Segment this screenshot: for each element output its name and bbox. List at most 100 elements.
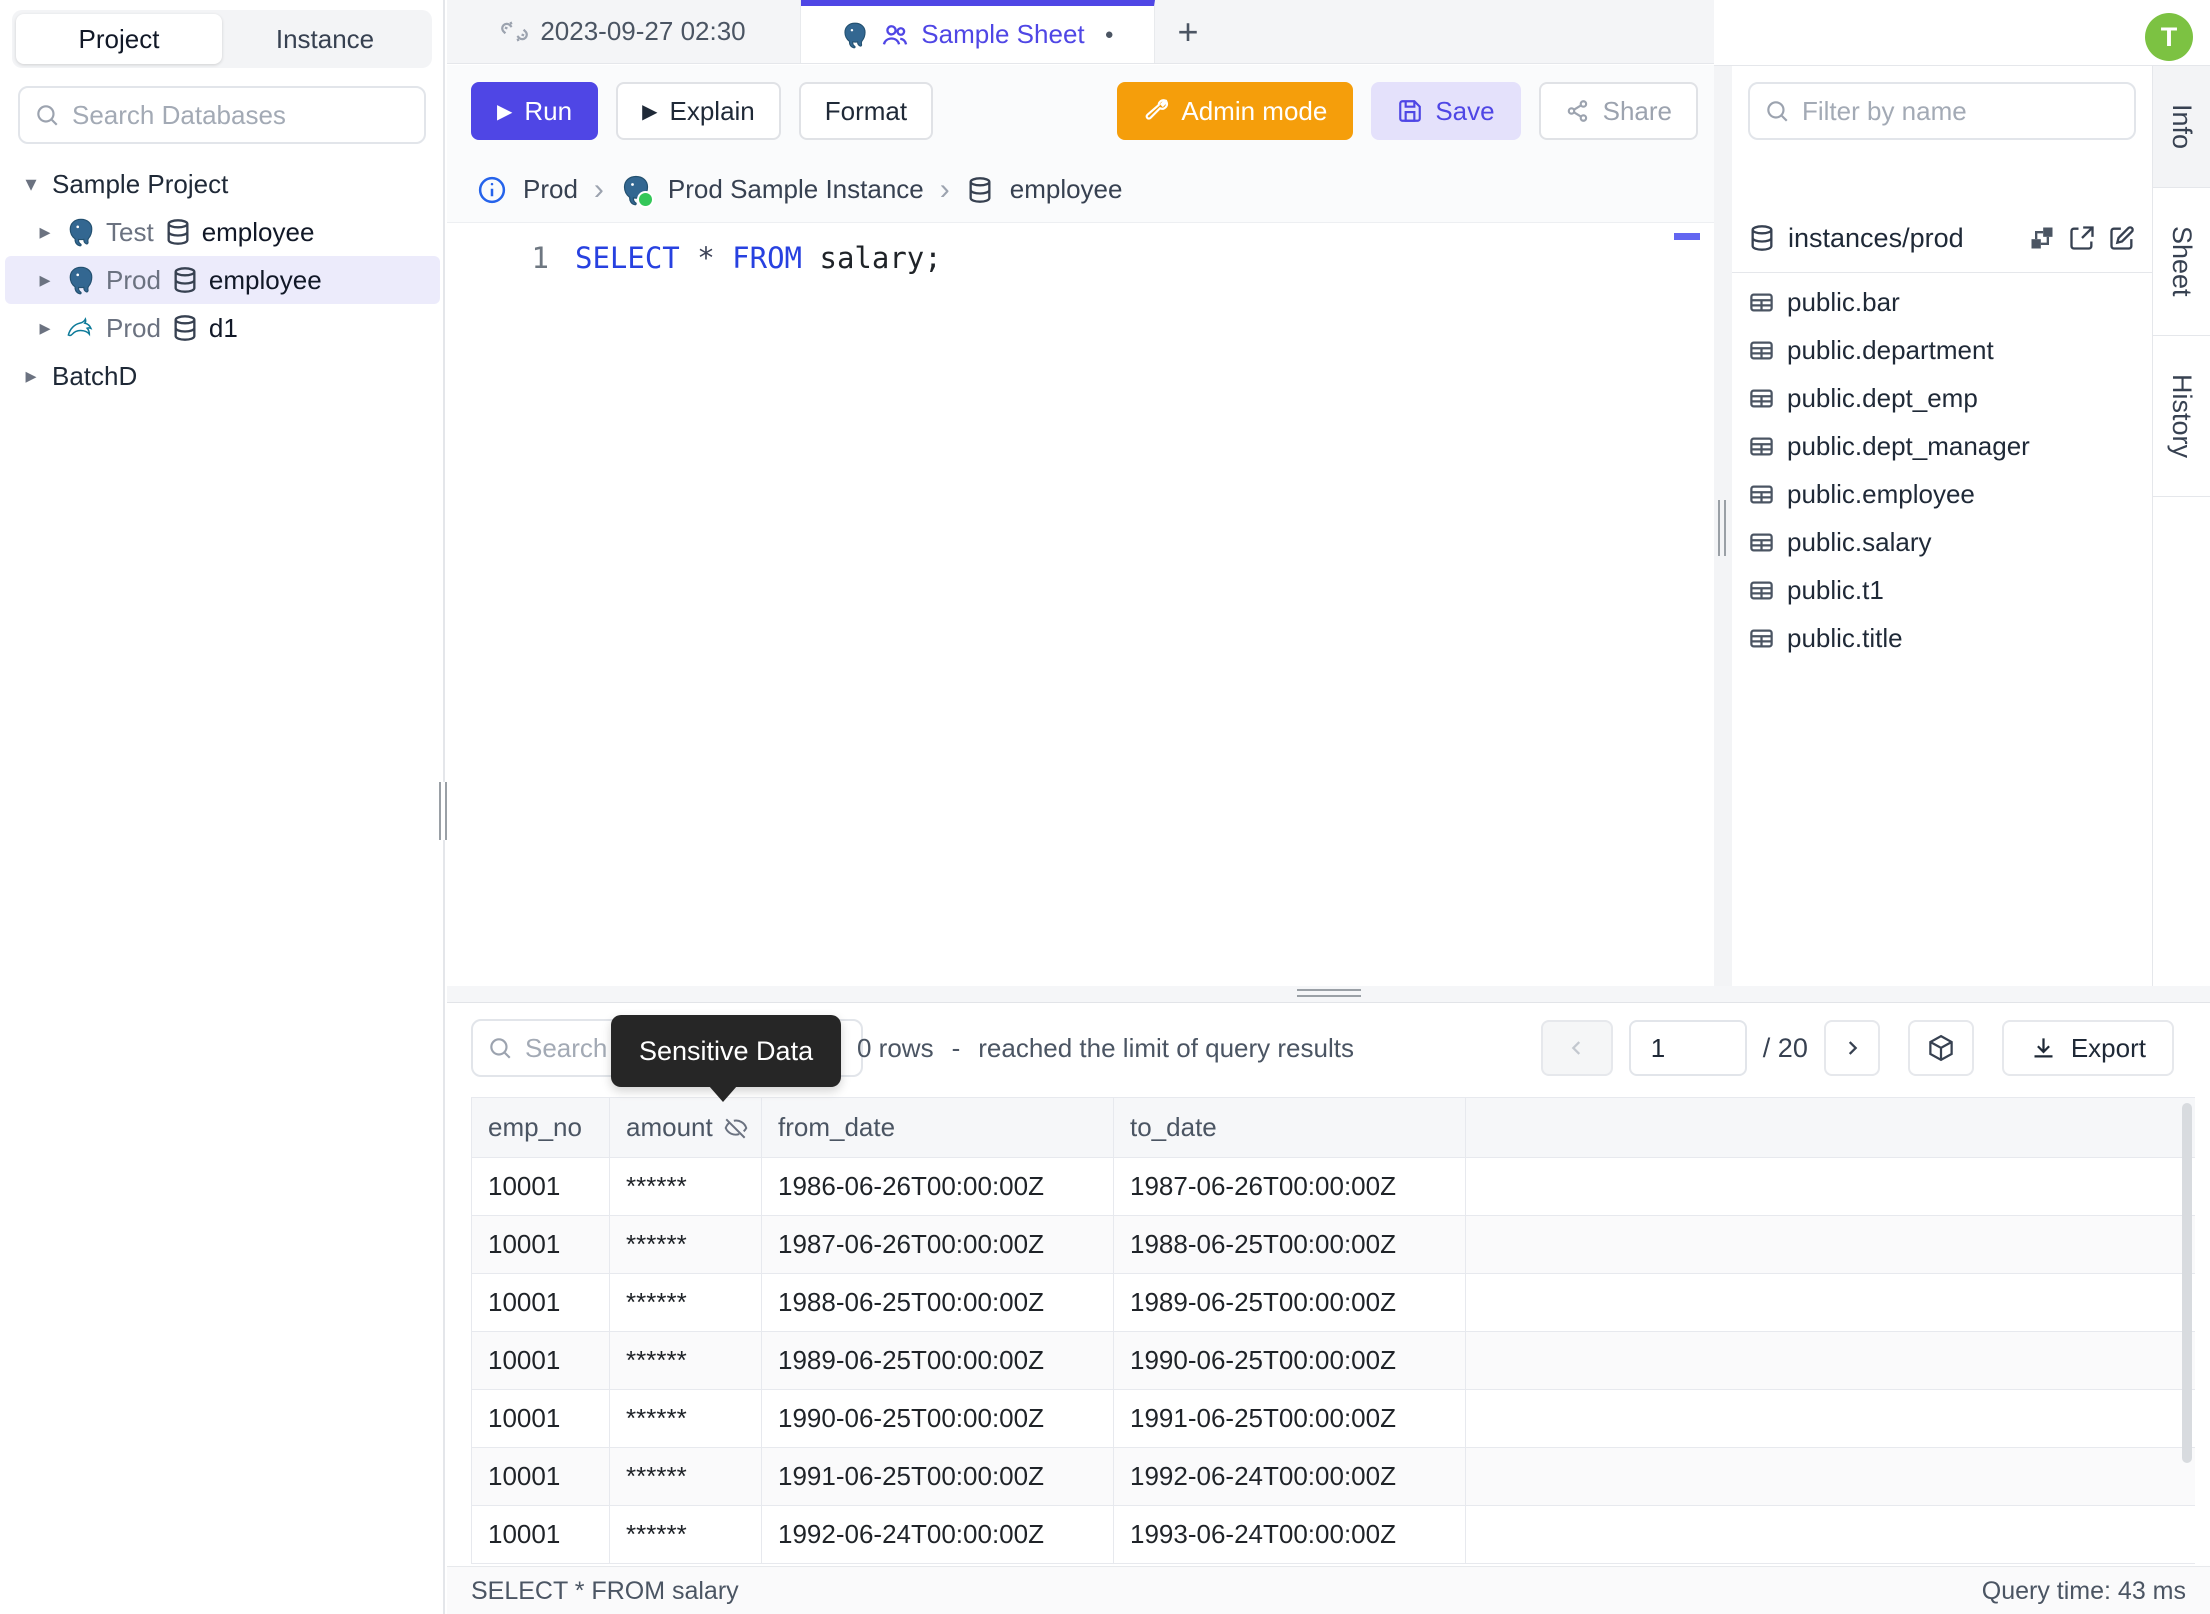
- avatar[interactable]: T: [2145, 13, 2193, 61]
- environment-label: Test: [106, 216, 154, 247]
- tree-item-prod-d1[interactable]: ▸ Prod d1: [0, 304, 445, 352]
- table-row[interactable]: 10001 ****** 1986-06-26T00:00:00Z 1987-06-2…: [471, 1157, 2195, 1216]
- filter-input[interactable]: Filter by name: [1748, 82, 2136, 140]
- scrollbar-thumb[interactable]: [2182, 1103, 2192, 1463]
- table-cell[interactable]: 1989-06-25T00:00:00Z: [761, 1331, 1114, 1390]
- limit-notice: reached the limit of query results: [978, 1032, 1354, 1063]
- external-link-icon[interactable]: [2068, 224, 2096, 252]
- table-row[interactable]: 10001 ****** 1987-06-26T00:00:00Z 1988-06-2…: [471, 1215, 2195, 1274]
- editor-tab-unsaved[interactable]: 2023-09-27 02:30: [447, 0, 801, 63]
- table-cell[interactable]: 10001: [471, 1389, 610, 1448]
- share-button[interactable]: Share: [1538, 82, 1698, 140]
- table-cell[interactable]: ******: [609, 1505, 762, 1564]
- database-search-input[interactable]: Search Databases: [18, 86, 426, 144]
- info-icon[interactable]: [477, 175, 507, 205]
- table-cell[interactable]: 1993-06-24T00:00:00Z: [1113, 1505, 1466, 1564]
- schema-table-item[interactable]: public.bar: [1732, 278, 2152, 326]
- tree-item-batchd[interactable]: ▸ BatchD: [0, 352, 445, 400]
- schema-table-item[interactable]: public.dept_manager: [1732, 422, 2152, 470]
- schema-table-item[interactable]: public.salary: [1732, 518, 2152, 566]
- table-cell[interactable]: 10001: [471, 1157, 610, 1216]
- schema-table-item[interactable]: public.employee: [1732, 470, 2152, 518]
- panel-resize-handle[interactable]: [1718, 500, 1726, 556]
- table-cell[interactable]: 10001: [471, 1215, 610, 1274]
- prev-page-button[interactable]: [1540, 1020, 1613, 1076]
- tab-sheet[interactable]: Sheet: [2153, 188, 2210, 336]
- caret-right-icon[interactable]: ▸: [34, 315, 56, 341]
- table-cell[interactable]: 1992-06-24T00:00:00Z: [761, 1505, 1114, 1564]
- tab-project[interactable]: Project: [16, 14, 222, 64]
- schema-table-item[interactable]: public.dept_emp: [1732, 374, 2152, 422]
- table-row[interactable]: 10001 ****** 1988-06-25T00:00:00Z 1989-06-2…: [471, 1273, 2195, 1332]
- table-cell[interactable]: ******: [609, 1389, 762, 1448]
- table-cell[interactable]: 1988-06-25T00:00:00Z: [761, 1273, 1114, 1332]
- tree-item-test-employee[interactable]: ▸ Test employee: [0, 208, 445, 256]
- caret-right-icon[interactable]: ▸: [34, 219, 56, 245]
- table-cell[interactable]: 1987-06-26T00:00:00Z: [761, 1215, 1114, 1274]
- cube-icon: [1929, 1034, 1953, 1062]
- table-cell[interactable]: ******: [609, 1447, 762, 1506]
- run-button[interactable]: ▶ Run: [471, 82, 599, 140]
- table-cell[interactable]: 1987-06-26T00:00:00Z: [1113, 1157, 1466, 1216]
- schema-table-item[interactable]: public.department: [1732, 326, 2152, 374]
- table-cell[interactable]: 1989-06-25T00:00:00Z: [1113, 1273, 1466, 1332]
- table-cell[interactable]: ******: [609, 1273, 762, 1332]
- schema-table-label: public.dept_emp: [1787, 382, 1978, 413]
- format-button[interactable]: Format: [798, 82, 934, 140]
- edit-icon[interactable]: [2108, 224, 2136, 252]
- tab-history[interactable]: History: [2153, 336, 2210, 497]
- table-icon: [1750, 581, 1773, 599]
- table-cell[interactable]: 10001: [471, 1505, 610, 1564]
- export-button[interactable]: Export: [2001, 1020, 2174, 1076]
- eye-off-icon[interactable]: [723, 1115, 749, 1141]
- column-header-to_date[interactable]: to_date: [1113, 1097, 1466, 1158]
- page-number-input[interactable]: [1628, 1020, 1747, 1076]
- table-cell[interactable]: 10001: [471, 1273, 610, 1332]
- sql-editor[interactable]: 1 SELECT * FROM salary;: [447, 223, 1714, 986]
- column-header-from_date[interactable]: from_date: [761, 1097, 1114, 1158]
- breadcrumb-environment[interactable]: Prod: [523, 174, 578, 205]
- tab-instance[interactable]: Instance: [222, 14, 428, 64]
- next-page-button[interactable]: [1823, 1020, 1880, 1076]
- add-tab-button[interactable]: +: [1155, 0, 1221, 63]
- editor-tab-sample-sheet[interactable]: Sample Sheet ●: [801, 0, 1155, 63]
- panel-divider-vertical[interactable]: [1714, 64, 1732, 1002]
- column-header-emp_no[interactable]: emp_no: [471, 1097, 610, 1158]
- table-cell[interactable]: 1990-06-25T00:00:00Z: [1113, 1331, 1466, 1390]
- cube-button[interactable]: [1907, 1020, 1974, 1076]
- explain-button[interactable]: ▶ Explain: [616, 82, 781, 140]
- left-sidebar: Project Instance Search Databases ▾ Samp…: [0, 0, 450, 1614]
- results-resize-handle[interactable]: [1297, 989, 1361, 997]
- table-cell[interactable]: ******: [609, 1157, 762, 1216]
- table-cell[interactable]: 10001: [471, 1331, 610, 1390]
- table-cell[interactable]: ******: [609, 1215, 762, 1274]
- admin-mode-button[interactable]: Admin mode: [1117, 82, 1354, 140]
- tab-info[interactable]: Info: [2153, 66, 2210, 189]
- table-cell[interactable]: 1986-06-26T00:00:00Z: [761, 1157, 1114, 1216]
- save-button[interactable]: Save: [1371, 82, 1521, 140]
- caret-right-icon[interactable]: ▸: [20, 363, 42, 389]
- caret-down-icon[interactable]: ▾: [20, 171, 42, 197]
- results-divider[interactable]: [447, 986, 2210, 1002]
- schema-table-item[interactable]: public.t1: [1732, 566, 2152, 614]
- table-row[interactable]: 10001 ****** 1991-06-25T00:00:00Z 1992-06-2…: [471, 1447, 2195, 1506]
- breadcrumb-database[interactable]: employee: [1010, 174, 1123, 205]
- table-cell[interactable]: 1992-06-24T00:00:00Z: [1113, 1447, 1466, 1506]
- table-row[interactable]: 10001 ****** 1989-06-25T00:00:00Z 1990-06-2…: [471, 1331, 2195, 1390]
- share-icon: [1567, 100, 1587, 122]
- caret-right-icon[interactable]: ▸: [34, 267, 56, 293]
- breadcrumb-instance[interactable]: Prod Sample Instance: [668, 174, 924, 205]
- table-cell[interactable]: 1991-06-25T00:00:00Z: [1113, 1389, 1466, 1448]
- tree-item-sample-project[interactable]: ▾ Sample Project: [0, 160, 445, 208]
- table-cell[interactable]: 10001: [471, 1447, 610, 1506]
- schema-table-item[interactable]: public.title: [1732, 614, 2152, 662]
- schema-diagram-icon[interactable]: [2028, 224, 2056, 252]
- table-row[interactable]: 10001 ****** 1992-06-24T00:00:00Z 1993-06-2…: [471, 1505, 2195, 1564]
- table-row[interactable]: 10001 ****** 1990-06-25T00:00:00Z 1991-06-2…: [471, 1389, 2195, 1448]
- tree-item-prod-employee[interactable]: ▸ Prod employee: [5, 256, 440, 304]
- table-cell[interactable]: 1991-06-25T00:00:00Z: [761, 1447, 1114, 1506]
- column-header-amount[interactable]: amount: [609, 1097, 762, 1158]
- table-cell[interactable]: 1988-06-25T00:00:00Z: [1113, 1215, 1466, 1274]
- table-cell[interactable]: ******: [609, 1331, 762, 1390]
- table-cell[interactable]: 1990-06-25T00:00:00Z: [761, 1389, 1114, 1448]
